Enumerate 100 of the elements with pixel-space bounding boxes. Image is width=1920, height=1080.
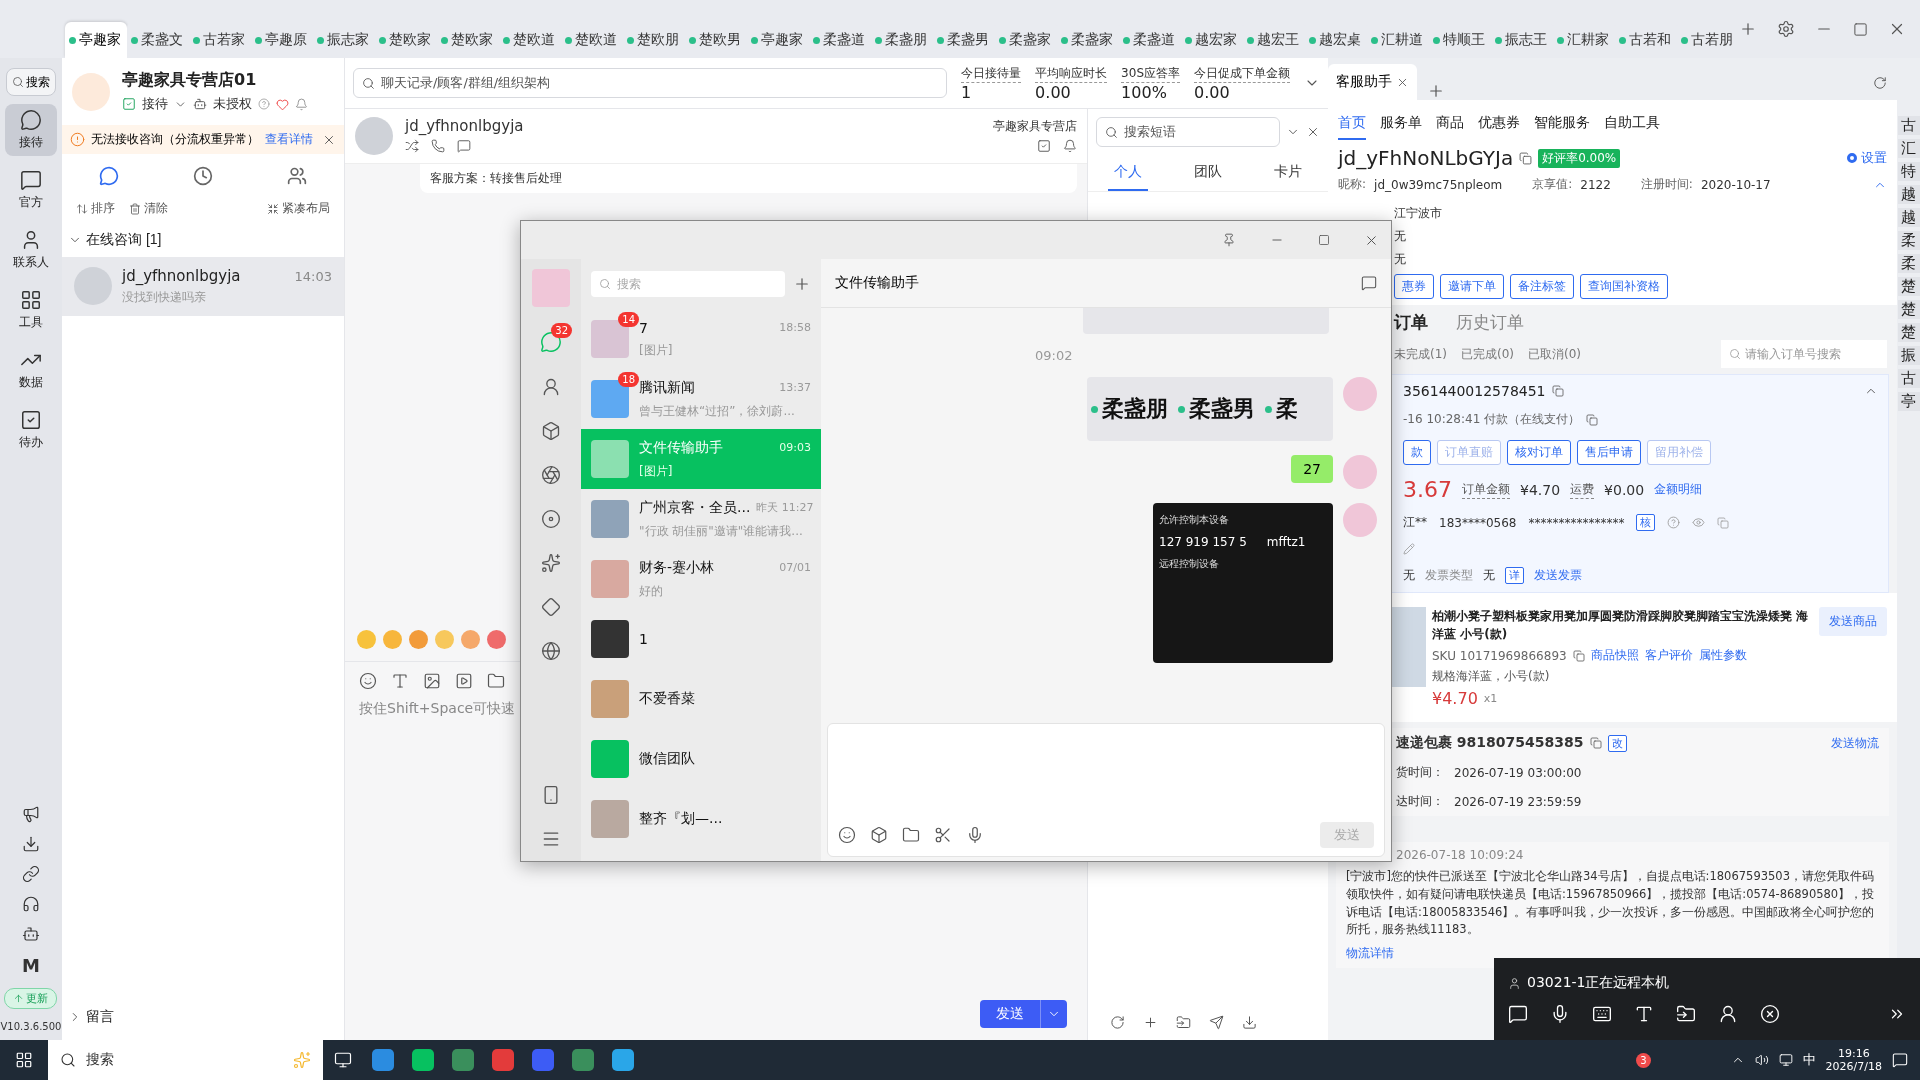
- folder-icon[interactable]: [902, 826, 920, 844]
- product-link[interactable]: 客户评价: [1644, 647, 1693, 664]
- nav-tab[interactable]: 服务单: [1380, 110, 1422, 140]
- side-store-tab[interactable]: 越: [1897, 185, 1920, 204]
- copy-icon[interactable]: [1572, 649, 1585, 662]
- side-store-tab[interactable]: 汇: [1897, 139, 1920, 158]
- verify-button[interactable]: 核: [1636, 514, 1656, 531]
- assistant-tab[interactable]: 客服助手: [1328, 64, 1417, 100]
- text-icon[interactable]: [1634, 1004, 1654, 1024]
- nav-item[interactable]: 工具: [5, 284, 57, 336]
- order-filter[interactable]: 已取消(0): [1528, 345, 1581, 363]
- side-store-tab[interactable]: 柔: [1897, 254, 1920, 273]
- nav-item[interactable]: 数据: [5, 344, 57, 396]
- phrase-tab[interactable]: 卡片: [1268, 155, 1308, 191]
- bell-icon[interactable]: [1063, 139, 1077, 153]
- send-invoice-link[interactable]: 发送发票: [1534, 567, 1582, 584]
- phrase-tab[interactable]: 团队: [1188, 155, 1228, 191]
- order-action-button[interactable]: 核对订单: [1507, 440, 1571, 465]
- order-action-button[interactable]: 款: [1403, 440, 1431, 465]
- cube-icon[interactable]: [870, 826, 888, 844]
- cube-icon[interactable]: [541, 421, 561, 441]
- network-icon[interactable]: [1778, 1053, 1793, 1067]
- contacts-icon[interactable]: [541, 377, 561, 397]
- link-icon[interactable]: [22, 865, 40, 883]
- nav-item[interactable]: 官方: [5, 164, 57, 216]
- mic-icon[interactable]: [966, 826, 984, 844]
- copy-icon[interactable]: [1519, 151, 1533, 165]
- search-field[interactable]: 搜索短语: [1096, 117, 1280, 147]
- start-icon[interactable]: [15, 1051, 33, 1069]
- nav-tab[interactable]: 商品: [1436, 110, 1464, 140]
- side-store-tab[interactable]: 振: [1897, 346, 1920, 365]
- headset-icon[interactable]: [22, 895, 40, 913]
- side-store-tab[interactable]: 柔: [1897, 231, 1920, 250]
- side-store-tab[interactable]: 楚: [1897, 300, 1920, 319]
- bot-icon[interactable]: [22, 925, 40, 943]
- chat-list-item[interactable]: 不爱香菜: [581, 669, 821, 729]
- settings-icon[interactable]: [1777, 20, 1795, 38]
- side-store-tab[interactable]: 楚: [1897, 277, 1920, 296]
- app-icon[interactable]: [612, 1049, 634, 1071]
- send-product-button[interactable]: 发送商品: [1819, 607, 1887, 636]
- order-filter[interactable]: 未完成(1): [1394, 345, 1447, 363]
- folder-icon[interactable]: [487, 672, 505, 690]
- chat-list-item[interactable]: 14 7 18:58 [图片]: [581, 309, 821, 369]
- task-view-icon[interactable]: [334, 1051, 352, 1069]
- store-tab[interactable]: 亭趣家: [65, 22, 127, 58]
- app-icon[interactable]: [532, 1049, 554, 1071]
- nav-item[interactable]: 待办: [5, 404, 57, 456]
- sparkle-icon[interactable]: [541, 553, 561, 573]
- copy-icon[interactable]: [1551, 385, 1564, 397]
- settings-radio[interactable]: [1847, 153, 1857, 163]
- refresh-icon[interactable]: [1873, 76, 1887, 90]
- settings-label[interactable]: 设置: [1861, 149, 1887, 167]
- nav-item[interactable]: 联系人: [5, 224, 57, 276]
- send-logistics-link[interactable]: 发送物流: [1831, 734, 1879, 752]
- chat-tab[interactable]: [97, 164, 121, 188]
- chat-list-item[interactable]: 18 腾讯新闻 13:37 曾与王健林“过招”，徐刘蔚...: [581, 369, 821, 429]
- volume-icon[interactable]: [1754, 1053, 1769, 1067]
- side-store-tab[interactable]: 楚: [1897, 323, 1920, 342]
- product-link[interactable]: 商品快照: [1590, 647, 1639, 664]
- group-header[interactable]: 留言: [62, 1000, 120, 1034]
- video-icon[interactable]: [455, 672, 473, 690]
- chat-list-item[interactable]: 微信团队: [581, 729, 821, 789]
- side-store-tab[interactable]: 特: [1897, 162, 1920, 181]
- emoji-icon[interactable]: [359, 672, 377, 690]
- app-icon[interactable]: [412, 1049, 434, 1071]
- toolbar-action[interactable]: 清除: [129, 200, 168, 217]
- refresh-icon[interactable]: [1110, 1015, 1125, 1030]
- details-link[interactable]: 查看详情: [265, 131, 313, 148]
- invoice-detail-button[interactable]: 详: [1505, 567, 1524, 584]
- chat-options-icon[interactable]: [1361, 275, 1377, 291]
- close-icon[interactable]: [1760, 1004, 1780, 1024]
- taskbar-search[interactable]: 搜索: [48, 1040, 323, 1080]
- conversation-item[interactable]: jd_yfhnonlbgyja 14:03 没找到快递吗亲: [62, 257, 344, 316]
- emoji-icon[interactable]: [838, 826, 856, 844]
- maximize-icon[interactable]: [1853, 21, 1868, 37]
- chat-list-item[interactable]: 财务-蹇小林 07/01 好的: [581, 549, 821, 609]
- phrase-tab[interactable]: 个人: [1108, 155, 1148, 191]
- side-store-tab[interactable]: 亭: [1897, 392, 1920, 411]
- action-button[interactable]: 备注标签: [1510, 274, 1574, 299]
- megaphone-icon[interactable]: [22, 805, 40, 823]
- app-icon[interactable]: [372, 1049, 394, 1071]
- order-filter[interactable]: 已完成(0): [1461, 345, 1514, 363]
- nav-tab[interactable]: 自助工具: [1604, 110, 1660, 140]
- maximize-icon[interactable]: [1318, 234, 1330, 246]
- action-button[interactable]: 查询国补资格: [1580, 274, 1668, 299]
- nav-item[interactable]: 接待: [5, 104, 57, 156]
- phone-icon[interactable]: [431, 139, 445, 153]
- download-icon[interactable]: [1242, 1015, 1257, 1030]
- logistics-detail-link[interactable]: 物流详情: [1346, 945, 1879, 963]
- diamond-icon[interactable]: [541, 597, 561, 617]
- aperture-icon[interactable]: [541, 465, 561, 485]
- check-icon[interactable]: [1037, 139, 1051, 153]
- search-button[interactable]: 搜索: [6, 68, 56, 96]
- user-icon[interactable]: [1718, 1004, 1738, 1024]
- folder-icon[interactable]: [1676, 1004, 1696, 1024]
- group-header[interactable]: 在线咨询 [1]: [62, 223, 344, 257]
- m-logo[interactable]: M: [22, 955, 40, 976]
- chat-list-item[interactable]: 广州京客・全员... 昨天 11:27 "行政 胡佳丽"邀请"谁能请我...: [581, 489, 821, 549]
- font-icon[interactable]: [391, 672, 409, 690]
- notification-icon[interactable]: [1892, 1052, 1908, 1068]
